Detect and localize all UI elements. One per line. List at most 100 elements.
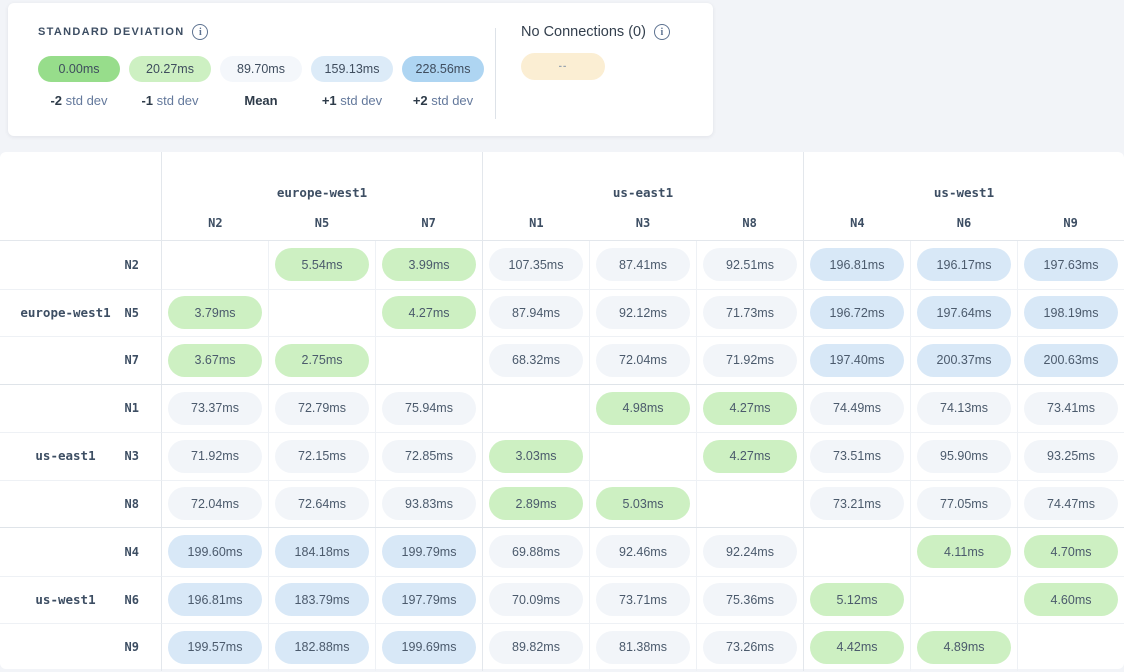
latency-pill[interactable]: 87.94ms (489, 296, 583, 329)
latency-pill[interactable]: 71.92ms (703, 344, 797, 377)
latency-pill[interactable]: 182.88ms (275, 631, 369, 664)
latency-cell: 3.67ms (161, 336, 268, 384)
latency-pill[interactable]: 183.79ms (275, 583, 369, 616)
latency-pill[interactable]: 72.85ms (382, 440, 476, 473)
latency-pill[interactable]: 4.27ms (703, 440, 797, 473)
latency-pill[interactable]: 2.75ms (275, 344, 369, 377)
latency-cell: 3.79ms (161, 289, 268, 337)
latency-pill[interactable]: 196.72ms (810, 296, 904, 329)
latency-pill[interactable]: 72.15ms (275, 440, 369, 473)
latency-pill[interactable]: 4.60ms (1024, 583, 1118, 616)
latency-pill[interactable]: 197.64ms (917, 296, 1011, 329)
latency-pill[interactable]: 72.04ms (596, 344, 690, 377)
latency-cell: 4.27ms (696, 385, 803, 433)
latency-pill[interactable]: 107.35ms (489, 248, 583, 281)
latency-pill[interactable]: 93.83ms (382, 487, 476, 520)
latency-pill[interactable]: 92.24ms (703, 535, 797, 568)
latency-pill[interactable]: 4.89ms (917, 631, 1011, 664)
latency-pill[interactable]: 70.09ms (489, 583, 583, 616)
row-region-label: europe-west1 (0, 241, 131, 384)
latency-pill[interactable]: 199.60ms (168, 535, 262, 568)
latency-pill[interactable]: 74.49ms (810, 392, 904, 425)
latency-cell: 71.73ms (696, 289, 803, 337)
latency-pill[interactable]: 72.79ms (275, 392, 369, 425)
latency-pill[interactable]: 75.94ms (382, 392, 476, 425)
latency-pill[interactable]: 74.13ms (917, 392, 1011, 425)
column-node-label-N4: N4 (804, 216, 911, 230)
info-icon[interactable]: i (192, 24, 208, 40)
latency-cell: 74.47ms (1017, 480, 1124, 528)
latency-pill[interactable]: 197.63ms (1024, 248, 1118, 281)
latency-pill[interactable]: 199.57ms (168, 631, 262, 664)
latency-pill[interactable]: 3.67ms (168, 344, 262, 377)
latency-pill[interactable]: 74.47ms (1024, 487, 1118, 520)
row-group-us-east1: us-east1N173.37ms72.79ms75.94ms4.98ms4.2… (0, 384, 1124, 528)
latency-pill[interactable]: 196.81ms (168, 583, 262, 616)
latency-pill[interactable]: 92.12ms (596, 296, 690, 329)
latency-pill[interactable]: 199.69ms (382, 631, 476, 664)
latency-pill[interactable]: 73.37ms (168, 392, 262, 425)
latency-pill[interactable]: 3.79ms (168, 296, 262, 329)
latency-pill[interactable]: 92.51ms (703, 248, 797, 281)
latency-pill[interactable]: 4.11ms (917, 535, 1011, 568)
latency-pill[interactable]: 4.98ms (596, 392, 690, 425)
row-region-label: us-west1 (0, 528, 131, 671)
latency-pill[interactable]: 5.12ms (810, 583, 904, 616)
latency-pill[interactable]: 73.71ms (596, 583, 690, 616)
latency-cell: 200.37ms (910, 336, 1017, 384)
info-icon[interactable]: i (654, 24, 670, 40)
latency-cell: 199.57ms (161, 623, 268, 671)
latency-cell: 4.42ms (803, 623, 910, 671)
latency-pill[interactable]: 73.26ms (703, 631, 797, 664)
latency-cell: 197.63ms (1017, 241, 1124, 289)
latency-pill[interactable]: 197.40ms (810, 344, 904, 377)
latency-pill[interactable]: 4.42ms (810, 631, 904, 664)
latency-pill[interactable]: 200.37ms (917, 344, 1011, 377)
latency-pill[interactable]: 89.82ms (489, 631, 583, 664)
column-node-label-N5: N5 (269, 216, 376, 230)
latency-pill[interactable]: 73.51ms (810, 440, 904, 473)
latency-pill[interactable]: 198.19ms (1024, 296, 1118, 329)
latency-pill[interactable]: 4.27ms (703, 392, 797, 425)
stddev-scale-label: -1 std dev (141, 93, 198, 108)
latency-pill[interactable]: 5.03ms (596, 487, 690, 520)
stddev-scale-label: +2 std dev (413, 93, 473, 108)
column-group-us-west1: us-west1N4N6N9 (803, 152, 1124, 240)
latency-pill[interactable]: 2.89ms (489, 487, 583, 520)
latency-pill[interactable]: 184.18ms (275, 535, 369, 568)
latency-pill[interactable]: 73.41ms (1024, 392, 1118, 425)
latency-pill[interactable]: 72.04ms (168, 487, 262, 520)
latency-cell (803, 528, 910, 576)
no-connections-title: No Connections (0) (521, 24, 646, 40)
latency-cell: 5.03ms (589, 480, 696, 528)
column-region-label: europe-west1 (162, 185, 482, 200)
latency-pill[interactable]: 197.79ms (382, 583, 476, 616)
latency-pill[interactable]: 71.92ms (168, 440, 262, 473)
latency-pill[interactable]: 199.79ms (382, 535, 476, 568)
latency-pill[interactable]: 92.46ms (596, 535, 690, 568)
latency-pill[interactable]: 4.27ms (382, 296, 476, 329)
latency-pill[interactable]: 72.64ms (275, 487, 369, 520)
latency-pill[interactable]: 95.90ms (917, 440, 1011, 473)
latency-pill[interactable]: 73.21ms (810, 487, 904, 520)
column-node-label-N1: N1 (483, 216, 590, 230)
latency-pill[interactable]: 3.99ms (382, 248, 476, 281)
latency-pill[interactable]: 87.41ms (596, 248, 690, 281)
latency-pill[interactable]: 69.88ms (489, 535, 583, 568)
latency-pill[interactable]: 196.17ms (917, 248, 1011, 281)
latency-pill[interactable]: 4.70ms (1024, 535, 1118, 568)
latency-pill[interactable]: 68.32ms (489, 344, 583, 377)
latency-pill[interactable]: 75.36ms (703, 583, 797, 616)
latency-pill[interactable]: 196.81ms (810, 248, 904, 281)
latency-pill[interactable]: 5.54ms (275, 248, 369, 281)
latency-cell: 73.41ms (1017, 385, 1124, 433)
latency-pill[interactable]: 81.38ms (596, 631, 690, 664)
latency-pill[interactable]: 3.03ms (489, 440, 583, 473)
matrix-body: europe-west1N25.54ms3.99ms107.35ms87.41m… (0, 241, 1124, 671)
stddev-scale-label: -2 std dev (50, 93, 107, 108)
latency-pill[interactable]: 93.25ms (1024, 440, 1118, 473)
latency-pill[interactable]: 200.63ms (1024, 344, 1118, 377)
latency-pill[interactable]: 71.73ms (703, 296, 797, 329)
latency-pill[interactable]: 77.05ms (917, 487, 1011, 520)
latency-cell: 72.04ms (589, 336, 696, 384)
